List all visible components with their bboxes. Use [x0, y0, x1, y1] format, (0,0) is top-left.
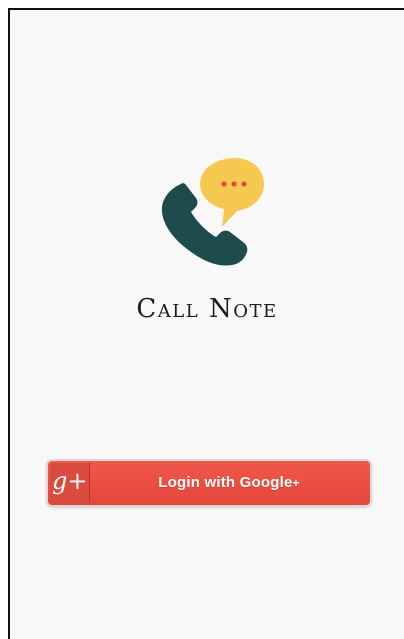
login-with-google-label: Login with Google+ — [98, 471, 360, 495]
login-label-text: Login with Google — [158, 474, 293, 491]
speech-bubble-icon — [200, 158, 264, 227]
call-note-logo-icon — [161, 158, 264, 266]
speech-dot — [221, 181, 227, 187]
login-label-plus: + — [292, 476, 300, 490]
google-plus-icon-text: g+ — [52, 467, 88, 495]
speech-dot — [231, 181, 237, 187]
app-title: Call Note — [136, 294, 278, 324]
app-screen: Call Note g+ Login with Google+ — [8, 8, 404, 639]
speech-dot — [241, 181, 247, 187]
login-with-google-button[interactable]: g+ Login with Google+ — [46, 459, 372, 507]
google-plus-icon: g+ — [50, 463, 90, 503]
